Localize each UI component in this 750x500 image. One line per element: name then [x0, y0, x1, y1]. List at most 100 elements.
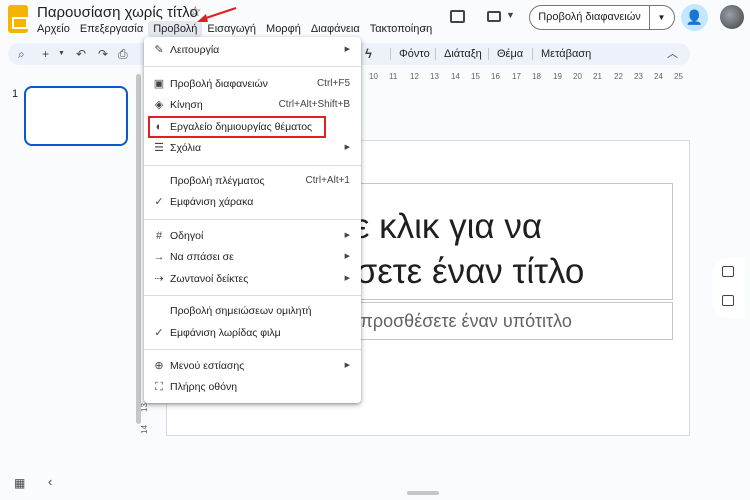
- redo-icon[interactable]: ↷: [98, 43, 108, 65]
- ruler-tick: 24: [654, 72, 663, 81]
- ruler-tick: 16: [491, 72, 500, 81]
- ruler-tick: 13: [430, 72, 439, 81]
- menu-divider: [144, 349, 361, 350]
- submenu-arrow-icon: ▶: [344, 362, 350, 369]
- menu-item-motion[interactable]: ◈ Κίνηση Ctrl+Alt+Shift+B: [144, 95, 361, 115]
- menu-item-slideshow[interactable]: ▣ Προβολή διαφανειών Ctrl+F5: [144, 74, 361, 94]
- view-menu-dropdown: ✎ Λειτουργία ▶ ▣ Προβολή διαφανειών Ctrl…: [144, 37, 361, 403]
- menu-item-label: Να σπάσει σε: [170, 251, 234, 263]
- toolbar-divider: [488, 48, 489, 60]
- undo-icon[interactable]: ↶: [76, 43, 86, 65]
- menu-item-mode[interactable]: ✎ Λειτουργία ▶: [144, 40, 361, 60]
- ruler-tick: 23: [634, 72, 643, 81]
- menu-item-label: Οδηγοί: [170, 230, 204, 242]
- ruler-tick: 17: [512, 72, 521, 81]
- menu-item-label: Προβολή σημειώσεων ομιλητή: [170, 305, 312, 317]
- menu-format[interactable]: Μορφή: [261, 21, 306, 37]
- grid-guides-icon: #: [155, 230, 163, 242]
- menu-item-speaker-notes[interactable]: Προβολή σημειώσεων ομιλητή: [144, 301, 361, 321]
- search-menus-icon[interactable]: ⌕: [18, 43, 25, 65]
- check-icon: ✓: [154, 196, 164, 208]
- ruler-tick: 20: [573, 72, 582, 81]
- avatar[interactable]: [720, 5, 744, 29]
- menu-slide[interactable]: Διαφάνεια: [306, 21, 365, 37]
- transition-button[interactable]: Μετάβαση: [541, 43, 591, 65]
- slide-thumbnail[interactable]: [24, 86, 128, 146]
- chevron-up-icon[interactable]: ︿: [667, 43, 678, 65]
- menu-item-shortcut: Ctrl+Alt+1: [305, 175, 350, 186]
- submenu-arrow-icon: ▶: [344, 46, 350, 53]
- menu-item-show-filmstrip[interactable]: ✓ Εμφάνιση λωρίδας φιλμ: [144, 323, 361, 343]
- toolbar-divider: [435, 48, 436, 60]
- annotation-highlight-box: [148, 116, 326, 138]
- menu-item-comments[interactable]: ☰ Σχόλια ▶: [144, 138, 361, 158]
- toolbar-divider: [532, 48, 533, 60]
- ruler-tick: 12: [410, 72, 419, 81]
- title-text-line-1: τε κλικ για να: [340, 207, 543, 246]
- ruler-tick: 25: [674, 72, 683, 81]
- live-pointer-icon: ⇢: [154, 273, 164, 285]
- ruler-tick: 19: [553, 72, 562, 81]
- grid-view-icon[interactable]: ▦: [14, 476, 25, 490]
- menu-item-guides[interactable]: # Οδηγοί ▶: [144, 226, 361, 246]
- comments-icon[interactable]: [450, 10, 465, 23]
- slideshow-button[interactable]: Προβολή διαφανειών ▼: [529, 5, 675, 30]
- menu-item-shortcut: Ctrl+F5: [316, 78, 350, 89]
- slideshow-button-label[interactable]: Προβολή διαφανειών: [530, 6, 650, 29]
- menu-divider: [144, 165, 361, 166]
- menu-divider: [144, 295, 361, 296]
- chevron-left-icon[interactable]: ‹: [48, 474, 52, 489]
- menu-item-grid-view[interactable]: Προβολή πλέγματος Ctrl+Alt+1: [144, 171, 361, 191]
- speaker-notes-handle[interactable]: [407, 491, 439, 495]
- menu-item-label: Ζωντανοί δείκτες: [170, 273, 249, 285]
- menu-edit[interactable]: Επεξεργασία: [75, 21, 148, 37]
- chevron-down-icon[interactable]: ▼: [506, 10, 515, 20]
- layout-button[interactable]: Διάταξη: [444, 43, 482, 65]
- slideshow-dropdown-icon[interactable]: ▼: [649, 6, 674, 29]
- menu-item-label: Κίνηση: [170, 99, 203, 111]
- add-person-icon: 👤: [685, 9, 704, 25]
- keep-icon[interactable]: [722, 266, 734, 277]
- document-title[interactable]: Παρουσίαση χωρίς τίτλο: [37, 4, 198, 21]
- motion-icon: ◈: [154, 99, 164, 111]
- submenu-arrow-icon: ▶: [344, 275, 350, 282]
- menu-file[interactable]: Αρχείο: [32, 21, 75, 37]
- menu-view[interactable]: Προβολή: [148, 21, 203, 37]
- subtitle-text: να προσθέσετε έναν υπότιτλο: [336, 311, 572, 331]
- zoom-icon: ⊕: [154, 360, 164, 372]
- more-menus-icon[interactable]: …: [421, 19, 433, 33]
- menu-item-zoom[interactable]: ⊕ Μενού εστίασης ▶: [144, 356, 361, 376]
- print-icon[interactable]: ⎙: [118, 43, 128, 65]
- star-icon[interactable]: ☆: [189, 3, 202, 20]
- snap-icon: →: [153, 251, 165, 263]
- line-icon[interactable]: ϟ: [365, 43, 372, 65]
- menu-divider: [144, 66, 361, 67]
- menu-item-full-screen[interactable]: ⛶ Πλήρης οθόνη: [144, 377, 361, 397]
- meet-icon[interactable]: [487, 11, 501, 22]
- menu-item-label: Λειτουργία: [170, 44, 220, 56]
- menu-insert[interactable]: Εισαγωγή: [202, 21, 261, 37]
- ruler-tick: 22: [614, 72, 623, 81]
- ruler-tick: 14: [139, 425, 149, 434]
- theme-button[interactable]: Θέμα: [497, 43, 523, 65]
- share-button[interactable]: 👤: [681, 4, 708, 31]
- pencil-icon: ✎: [154, 44, 164, 56]
- menu-item-show-ruler[interactable]: ✓ Εμφάνιση χάρακα: [144, 192, 361, 212]
- menu-item-label: Πλήρης οθόνη: [170, 381, 238, 393]
- fullscreen-icon: ⛶: [155, 381, 163, 393]
- background-button[interactable]: Φόντο: [399, 43, 430, 65]
- ruler-tick: 13: [139, 403, 149, 412]
- horizontal-ruler[interactable]: 10 11 12 13 14 15 16 17 18 19 20 21 22 2…: [362, 72, 690, 84]
- menu-item-snap-to[interactable]: → Να σπάσει σε ▶: [144, 247, 361, 267]
- menu-item-live-pointers[interactable]: ⇢ Ζωντανοί δείκτες ▶: [144, 269, 361, 289]
- new-slide-dropdown-icon[interactable]: ▼: [58, 43, 65, 65]
- filmstrip-scrollbar[interactable]: [136, 74, 141, 424]
- menu-divider: [144, 219, 361, 220]
- folder-icon[interactable]: [722, 295, 734, 306]
- menu-item-label: Εμφάνιση λωρίδας φιλμ: [170, 327, 281, 339]
- slides-logo[interactable]: [8, 5, 28, 33]
- slideshow-icon: ▣: [153, 78, 165, 90]
- submenu-arrow-icon: ▶: [344, 232, 350, 239]
- new-slide-icon[interactable]: +: [42, 43, 49, 65]
- ruler-tick: 10: [369, 72, 378, 81]
